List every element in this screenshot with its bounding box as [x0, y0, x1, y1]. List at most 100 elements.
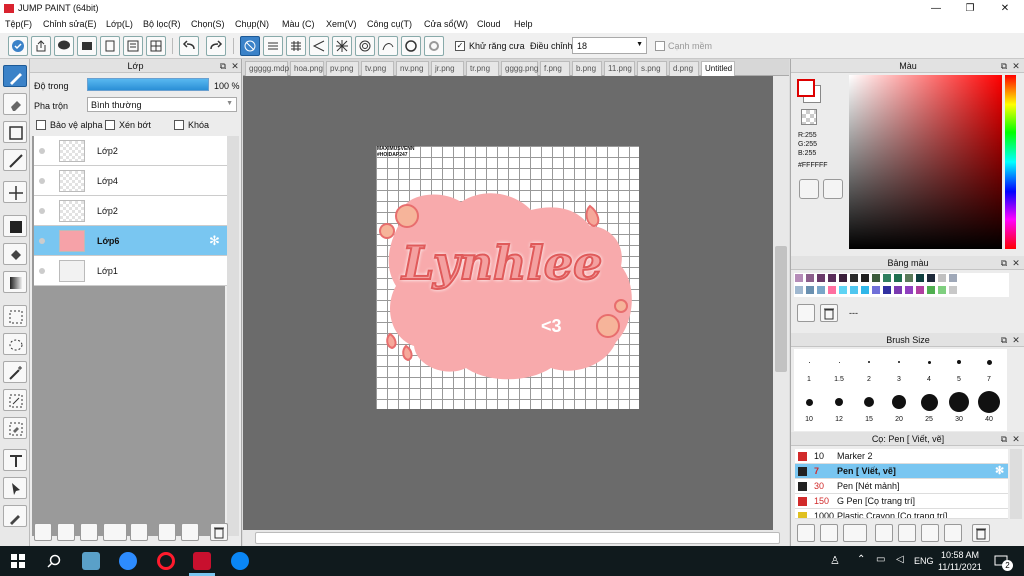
new-brush-button[interactable]: [820, 524, 838, 542]
menu-color[interactable]: Màu (C): [282, 19, 315, 29]
minimize-button[interactable]: —: [919, 0, 953, 17]
menu-help[interactable]: Help: [514, 19, 533, 29]
layer-row[interactable]: Lớp2: [34, 196, 227, 226]
canvas-vertical-scrollbar[interactable]: [773, 76, 789, 530]
menu-tools[interactable]: Công cụ(T): [367, 19, 412, 29]
panel-popout-icon[interactable]: ⧉: [218, 61, 228, 71]
gear-icon[interactable]: ✻: [995, 464, 1004, 477]
canvas-horizontal-scrollbar[interactable]: [243, 530, 789, 546]
delete-swatch-button[interactable]: [820, 304, 838, 322]
palette-swatch[interactable]: [849, 273, 859, 283]
visibility-dot-icon[interactable]: [39, 178, 45, 184]
brush-size-option[interactable]: 25: [914, 389, 944, 429]
brush-size-option[interactable]: 40: [974, 389, 1004, 429]
canvas-viewport[interactable]: MAXIMUSVENN #HOIDAP247 Lynhlee <3: [243, 76, 773, 530]
tool-shape[interactable]: [3, 121, 27, 143]
palette-swatch[interactable]: [838, 273, 848, 283]
clock-time[interactable]: 10:58 AM: [941, 550, 979, 560]
document-tab[interactable]: ggggg.mdp: [245, 61, 289, 76]
palette-swatch[interactable]: [794, 285, 804, 295]
color-sv-picker[interactable]: [849, 75, 1002, 249]
zalo-app-icon[interactable]: [231, 552, 249, 570]
tool-text[interactable]: [3, 449, 27, 471]
palette-swatch[interactable]: [915, 285, 925, 295]
search-icon[interactable]: [47, 554, 61, 568]
document-tab[interactable]: jr.png: [431, 61, 464, 76]
palette-swatch[interactable]: [882, 273, 892, 283]
palette-swatch[interactable]: [827, 285, 837, 295]
tool-fill-rect[interactable]: [3, 215, 27, 237]
blend-mode-dropdown[interactable]: Bình thường ▼: [87, 97, 237, 112]
palette-swatch[interactable]: [871, 273, 881, 283]
palette-swatch[interactable]: [794, 273, 804, 283]
curve-ruler-button[interactable]: [378, 36, 398, 56]
delete-brush-button[interactable]: [972, 524, 990, 542]
palette-button[interactable]: [799, 179, 819, 199]
document-tab[interactable]: tv.png: [361, 61, 394, 76]
brush-duplicate-button[interactable]: [944, 524, 962, 542]
tool-operation[interactable]: [3, 477, 27, 499]
visibility-dot-icon[interactable]: [39, 148, 45, 154]
palette-swatch[interactable]: [816, 273, 826, 283]
tool-line[interactable]: [3, 149, 27, 171]
scroll-thumb[interactable]: [775, 246, 787, 372]
paint-app-icon[interactable]: [82, 552, 100, 570]
menu-edit[interactable]: Chỉnh sửa(E): [43, 19, 97, 29]
palette-swatch[interactable]: [838, 285, 848, 295]
document-tab[interactable]: f.png: [540, 61, 570, 76]
ruler-settings-button[interactable]: [424, 36, 444, 56]
palette-swatch[interactable]: [948, 285, 958, 295]
menu-filter[interactable]: Bộ lọc(R): [143, 19, 181, 29]
visibility-dot-icon[interactable]: [39, 268, 45, 274]
tool-bucket[interactable]: [3, 243, 27, 265]
drawing-canvas[interactable]: MAXIMUSVENN #HOIDAP247 Lynhlee <3: [376, 146, 639, 409]
list-button[interactable]: [123, 36, 143, 56]
folder-button[interactable]: [130, 523, 148, 541]
palette-swatch[interactable]: [816, 285, 826, 295]
brush-cloud-button[interactable]: [797, 524, 815, 542]
transparent-color-swatch[interactable]: [801, 109, 817, 125]
smooth-edge-checkbox[interactable]: [655, 41, 665, 51]
palette-swatch[interactable]: [860, 285, 870, 295]
note-button[interactable]: [77, 36, 97, 56]
document-tab[interactable]: pv.png: [326, 61, 359, 76]
tool-eyedropper[interactable]: [3, 505, 27, 527]
language-indicator[interactable]: ENG: [914, 556, 934, 566]
palette-swatch[interactable]: [937, 273, 947, 283]
menu-capture[interactable]: Chụp(N): [235, 19, 269, 29]
palette-swatch[interactable]: [871, 285, 881, 295]
brush-item-selected[interactable]: 7 Pen [ Viết, vẽ] ✻: [795, 464, 1008, 479]
panel-close-icon[interactable]: ✕: [1011, 434, 1021, 444]
tool-brush[interactable]: [3, 65, 27, 87]
brush-size-option[interactable]: 2: [854, 349, 884, 389]
visibility-dot-icon[interactable]: [39, 208, 45, 214]
primary-color-swatch[interactable]: [797, 79, 815, 97]
parallel-ruler-button[interactable]: [263, 36, 283, 56]
brush-size-option[interactable]: 1: [794, 349, 824, 389]
new-layer-alt-button[interactable]: [57, 523, 75, 541]
palette-swatch[interactable]: [948, 273, 958, 283]
new-folder-layer-button[interactable]: [80, 523, 98, 541]
duplicate-layer-button[interactable]: [158, 523, 176, 541]
clock-date[interactable]: 11/11/2021: [938, 562, 982, 572]
layer-row-selected[interactable]: Lớp6 ✻: [34, 226, 227, 256]
document-tab[interactable]: 11.png: [604, 61, 635, 76]
brush-size-option[interactable]: 20: [884, 389, 914, 429]
tool-select-pen[interactable]: [3, 389, 27, 411]
chevron-up-icon[interactable]: ⌃: [857, 554, 865, 565]
color-picker-button[interactable]: [823, 179, 843, 199]
tool-gradient[interactable]: [3, 271, 27, 293]
palette-swatch[interactable]: [926, 285, 936, 295]
palette-swatch[interactable]: [805, 285, 815, 295]
opacity-slider[interactable]: [87, 78, 209, 91]
menu-view[interactable]: Xem(V): [326, 19, 357, 29]
document-tab[interactable]: gggg.png: [501, 61, 538, 76]
concentric-ruler-button[interactable]: [355, 36, 375, 56]
layer-row[interactable]: Lớp1: [34, 256, 227, 286]
brush-item[interactable]: 10 Marker 2: [795, 449, 1008, 464]
menu-window[interactable]: Cửa sổ(W): [424, 19, 468, 29]
comment-button[interactable]: [54, 36, 74, 56]
document-tab[interactable]: Untitled: [701, 61, 735, 76]
document-button[interactable]: [100, 36, 120, 56]
palette-swatch[interactable]: [860, 273, 870, 283]
